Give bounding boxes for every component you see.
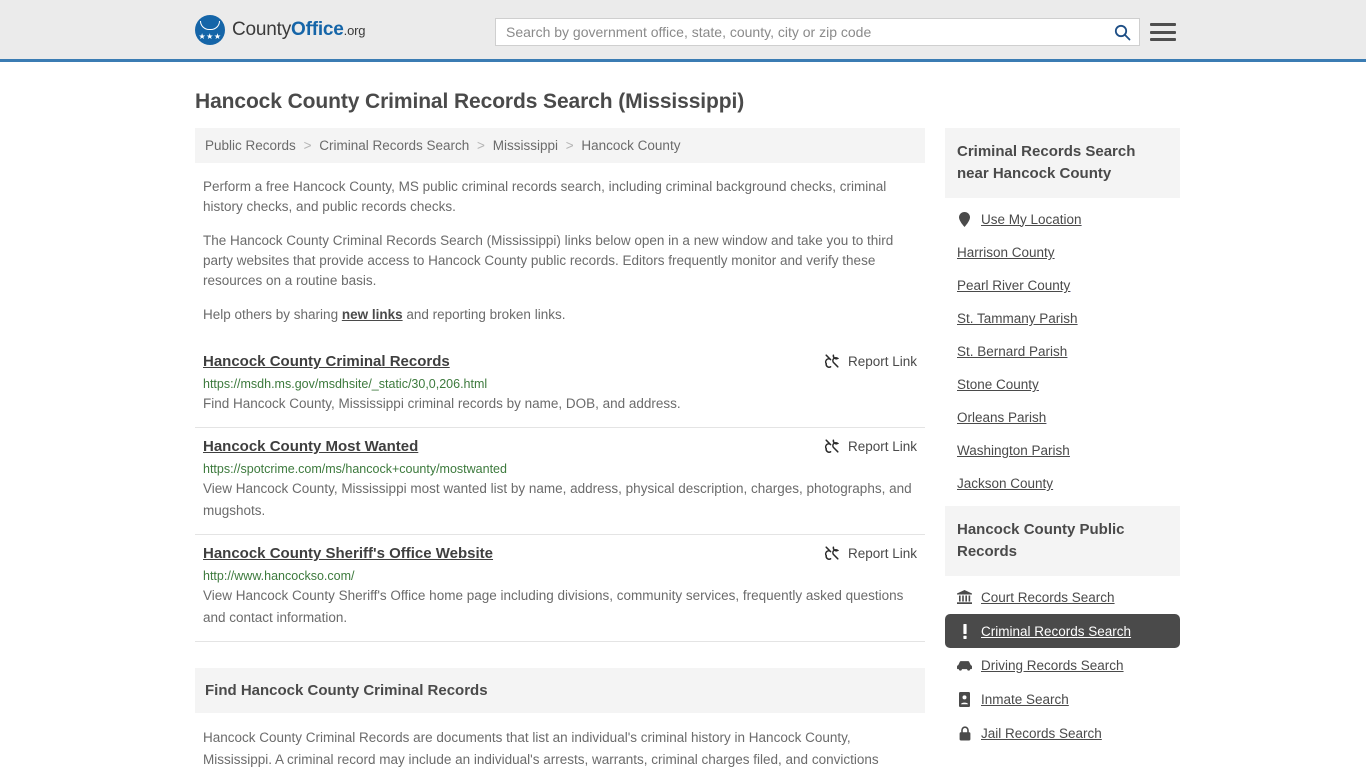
- intro-paragraph-3: Help others by sharing new links and rep…: [195, 305, 925, 325]
- site-header: ★★★ CountyOffice.org: [0, 0, 1366, 62]
- resource-link-list: Hancock County Criminal Records Report L…: [195, 343, 925, 642]
- resource-url: https://msdh.ms.gov/msdhsite/_static/30,…: [203, 377, 488, 391]
- broken-link-icon: [824, 439, 840, 453]
- report-link-button[interactable]: Report Link: [824, 438, 917, 454]
- sidebar-item-jail-records-search[interactable]: Jail Records Search: [945, 716, 1180, 750]
- courthouse-icon: [957, 589, 972, 605]
- breadcrumb-separator: >: [477, 138, 485, 153]
- nearby-item-0[interactable]: Harrison County: [945, 236, 1180, 269]
- new-links-link[interactable]: new links: [342, 307, 403, 322]
- map-pin-icon: [957, 211, 972, 227]
- sidebar-item-label: Jail Records Search: [981, 725, 1102, 741]
- logo-stars: ★★★: [198, 31, 222, 41]
- car-icon: [957, 657, 972, 673]
- find-records-body: Hancock County Criminal Records are docu…: [195, 727, 925, 768]
- nearby-search-heading: Criminal Records Search near Hancock Cou…: [945, 128, 1180, 198]
- sidebar-item-inmate-search[interactable]: Inmate Search: [945, 682, 1180, 716]
- report-link-button[interactable]: Report Link: [824, 545, 917, 561]
- nearby-item-label: Harrison County: [957, 245, 1055, 260]
- exclamation-icon: [957, 623, 972, 639]
- nearby-item-label: Jackson County: [957, 476, 1054, 491]
- lock-icon: [957, 725, 972, 741]
- share-text-before: Help others by sharing: [203, 307, 342, 322]
- search-input[interactable]: [496, 19, 1105, 45]
- resource-description: View Hancock County, Mississippi most wa…: [203, 481, 912, 518]
- sidebar-item-label: Court Records Search: [981, 589, 1115, 605]
- intro-paragraph-1: Perform a free Hancock County, MS public…: [203, 179, 887, 214]
- brand-part-1: County: [232, 18, 292, 40]
- report-link-button[interactable]: Report Link: [824, 353, 917, 369]
- nearby-item-3[interactable]: St. Bernard Parish: [945, 335, 1180, 368]
- nearby-item-label: Orleans Parish: [957, 410, 1047, 425]
- resource-description: Find Hancock County, Mississippi crimina…: [203, 396, 681, 411]
- search-bar: [495, 18, 1140, 46]
- nearby-item-4[interactable]: Stone County: [945, 368, 1180, 401]
- resource-link-title[interactable]: Hancock County Sheriff's Office Website: [203, 545, 493, 562]
- list-item: Hancock County Criminal Records Report L…: [195, 343, 925, 428]
- resource-url: https://spotcrime.com/ms/hancock+county/…: [203, 462, 507, 476]
- report-link-label: Report Link: [847, 438, 917, 454]
- nearby-county-list: Use My Location Harrison County Pearl Ri…: [945, 198, 1180, 500]
- breadcrumb-item-1[interactable]: Criminal Records Search: [319, 138, 469, 153]
- breadcrumb-item-3[interactable]: Hancock County: [581, 138, 680, 153]
- report-link-label: Report Link: [847, 353, 917, 369]
- sidebar-item-label: Inmate Search: [981, 691, 1069, 707]
- search-icon: [1114, 24, 1130, 40]
- brand-tld: .org: [343, 22, 366, 38]
- site-logo[interactable]: ★★★ CountyOffice.org: [195, 14, 365, 45]
- sidebar-item-court-records-search[interactable]: Court Records Search: [945, 580, 1180, 614]
- find-records-heading: Find Hancock County Criminal Records: [195, 668, 925, 713]
- id-badge-icon: [957, 691, 972, 707]
- nearby-item-label: Stone County: [957, 377, 1039, 392]
- sidebar-item-label: Driving Records Search: [981, 657, 1124, 673]
- nearby-item-7[interactable]: Jackson County: [945, 467, 1180, 500]
- nearby-item-label: Pearl River County: [957, 278, 1071, 293]
- resource-link-title[interactable]: Hancock County Most Wanted: [203, 438, 418, 455]
- list-item: Hancock County Most Wanted Report Link h…: [195, 428, 925, 535]
- resource-link-title[interactable]: Hancock County Criminal Records: [203, 353, 450, 370]
- search-button[interactable]: [1105, 19, 1139, 45]
- page-container: Hancock County Criminal Records Search (…: [0, 90, 1366, 768]
- public-records-panel: Hancock County Public Records Court Reco…: [945, 506, 1180, 750]
- eagle-logo-icon: ★★★: [195, 14, 225, 45]
- intro-paragraph-2: The Hancock County Criminal Records Sear…: [203, 233, 894, 288]
- sidebar: Criminal Records Search near Hancock Cou…: [945, 128, 1180, 756]
- share-text-after: and reporting broken links.: [402, 307, 566, 322]
- use-my-location-link[interactable]: Use My Location: [945, 202, 1180, 236]
- page-title: Hancock County Criminal Records Search (…: [195, 90, 745, 113]
- broken-link-icon: [824, 546, 840, 560]
- nearby-item-label: St. Tammany Parish: [957, 311, 1078, 326]
- resource-description: View Hancock County Sheriff's Office hom…: [203, 588, 904, 625]
- public-records-heading: Hancock County Public Records: [945, 506, 1180, 576]
- list-item: Hancock County Sheriff's Office Website …: [195, 535, 925, 642]
- breadcrumb-separator: >: [303, 138, 312, 153]
- public-records-list: Court Records Search Criminal Records Se…: [945, 576, 1180, 750]
- nearby-item-6[interactable]: Washington Parish: [945, 434, 1180, 467]
- breadcrumb: Public Records > Criminal Records Search…: [195, 128, 925, 163]
- main-content: Public Records > Criminal Records Search…: [195, 128, 925, 768]
- nearby-item-label: St. Bernard Parish: [957, 344, 1068, 359]
- brand-wordmark: CountyOffice.org: [232, 19, 365, 41]
- find-records-paragraph: Hancock County Criminal Records are docu…: [203, 730, 879, 767]
- nearby-item-1[interactable]: Pearl River County: [945, 269, 1180, 302]
- nearby-search-panel: Criminal Records Search near Hancock Cou…: [945, 128, 1180, 500]
- nearby-item-2[interactable]: St. Tammany Parish: [945, 302, 1180, 335]
- nearby-item-label: Washington Parish: [957, 443, 1070, 458]
- resource-url: http://www.hancockso.com/: [203, 569, 355, 583]
- broken-link-icon: [824, 354, 840, 368]
- hamburger-menu-icon[interactable]: [1150, 20, 1176, 44]
- report-link-label: Report Link: [847, 545, 917, 561]
- breadcrumb-item-2[interactable]: Mississippi: [493, 138, 558, 153]
- breadcrumb-separator: >: [565, 138, 574, 153]
- brand-part-2: Office: [291, 18, 344, 40]
- use-my-location-label: Use My Location: [981, 211, 1082, 227]
- sidebar-item-driving-records-search[interactable]: Driving Records Search: [945, 648, 1180, 682]
- nearby-item-5[interactable]: Orleans Parish: [945, 401, 1180, 434]
- sidebar-item-label: Criminal Records Search: [981, 623, 1132, 639]
- intro-text: Perform a free Hancock County, MS public…: [195, 177, 925, 325]
- breadcrumb-item-0[interactable]: Public Records: [205, 138, 296, 153]
- sidebar-item-criminal-records-search[interactable]: Criminal Records Search: [945, 614, 1180, 648]
